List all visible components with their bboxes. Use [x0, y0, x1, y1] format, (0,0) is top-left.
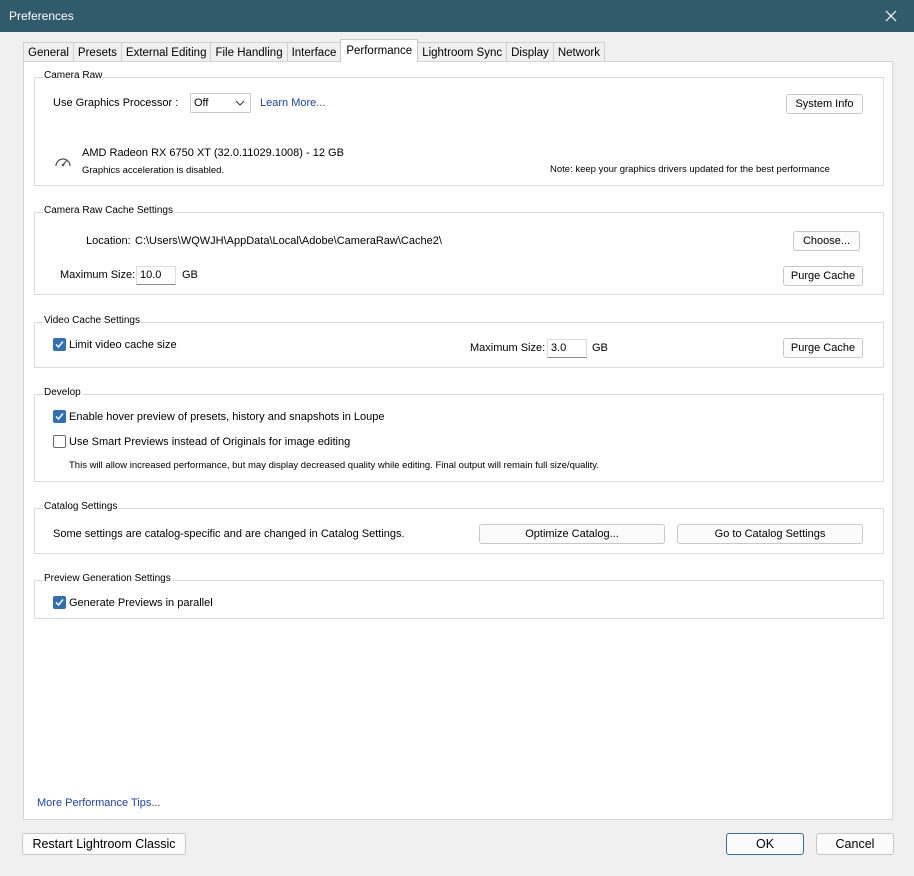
tab-presets[interactable]: Presets	[72, 42, 122, 62]
checkmark-icon	[55, 599, 64, 607]
checkbox-box	[53, 410, 66, 423]
window-title: Preferences	[9, 9, 74, 23]
location-path: C:\Users\WQWJH\AppData\Local\Adobe\Camer…	[135, 235, 442, 247]
develop-group: Develop Enable hover preview of presets,…	[34, 387, 884, 482]
checkbox-box	[53, 596, 66, 609]
checkbox-box	[53, 435, 66, 448]
catalog-text: Some settings are catalog-specific and a…	[53, 528, 405, 540]
group-label-camera-raw: Camera Raw	[43, 70, 104, 81]
gpu-name: AMD Radeon RX 6750 XT (32.0.11029.1008) …	[82, 147, 344, 159]
camera-raw-group: Camera Raw Use Graphics Processor : Off …	[34, 70, 884, 186]
cache-unit: GB	[182, 269, 198, 281]
goto-catalog-settings-button[interactable]: Go to Catalog Settings	[677, 524, 863, 544]
tab-lightroom-sync[interactable]: Lightroom Sync	[417, 42, 508, 62]
cache-max-label: Maximum Size:	[60, 269, 136, 281]
limit-video-checkbox[interactable]: Limit video cache size	[53, 338, 177, 351]
tab-network[interactable]: Network	[552, 42, 605, 62]
more-tips-link[interactable]: More Performance Tips...	[37, 797, 161, 809]
gpu-select-value: Off	[194, 97, 209, 109]
video-max-label: Maximum Size:	[470, 342, 546, 354]
cache-group: Camera Raw Cache Settings Location: C:\U…	[34, 205, 884, 295]
video-cache-group: Video Cache Settings Limit video cache s…	[34, 315, 884, 368]
limit-video-label: Limit video cache size	[69, 338, 177, 351]
cache-purge-button[interactable]: Purge Cache	[783, 266, 863, 286]
tab-general[interactable]: General	[23, 42, 74, 62]
performance-panel: Camera Raw Use Graphics Processor : Off …	[23, 61, 893, 820]
preview-group: Preview Generation Settings Generate Pre…	[34, 573, 884, 619]
group-label-preview: Preview Generation Settings	[43, 573, 172, 584]
gpu-select[interactable]: Off	[190, 93, 251, 113]
optimize-catalog-button[interactable]: Optimize Catalog...	[479, 524, 665, 544]
title-bar: Preferences	[0, 0, 914, 32]
parallel-previews-checkbox[interactable]: Generate Previews in parallel	[53, 596, 213, 609]
video-max-input[interactable]: 3.0	[547, 339, 587, 358]
gpu-label: Use Graphics Processor :	[53, 97, 179, 109]
tab-file-handling[interactable]: File Handling	[210, 42, 288, 62]
catalog-group: Catalog Settings Some settings are catal…	[34, 501, 884, 554]
checkbox-box	[53, 338, 66, 351]
checkmark-icon	[55, 341, 64, 349]
video-purge-button[interactable]: Purge Cache	[783, 338, 863, 358]
driver-note: Note: keep your graphics drivers updated…	[550, 164, 830, 175]
ok-button[interactable]: OK	[726, 833, 804, 855]
checkmark-icon	[55, 413, 64, 421]
gauge-icon	[55, 158, 71, 167]
choose-button[interactable]: Choose...	[793, 231, 860, 251]
learn-more-link[interactable]: Learn More...	[260, 97, 325, 109]
cache-max-input[interactable]: 10.0	[136, 266, 176, 285]
smart-previews-label: Use Smart Previews instead of Originals …	[69, 435, 351, 448]
group-label-video: Video Cache Settings	[43, 315, 141, 326]
tab-display[interactable]: Display	[506, 42, 554, 62]
group-label-catalog: Catalog Settings	[43, 501, 119, 512]
group-label-cache: Camera Raw Cache Settings	[43, 205, 174, 216]
close-button[interactable]	[868, 0, 914, 32]
gpu-status: Graphics acceleration is disabled.	[82, 165, 225, 176]
tab-bar: General Presets External Editing File Ha…	[23, 39, 605, 62]
smart-previews-checkbox[interactable]: Use Smart Previews instead of Originals …	[53, 435, 350, 448]
hover-preview-label: Enable hover preview of presets, history…	[69, 410, 385, 423]
smart-previews-note: This will allow increased performance, b…	[69, 460, 599, 471]
system-info-button[interactable]: System Info	[786, 94, 863, 114]
tab-performance[interactable]: Performance	[340, 39, 419, 62]
group-label-develop: Develop	[43, 387, 82, 398]
video-unit: GB	[592, 342, 608, 354]
close-icon	[885, 10, 897, 22]
location-label: Location:	[86, 235, 131, 247]
cancel-button[interactable]: Cancel	[816, 833, 894, 855]
chevron-down-icon	[235, 100, 245, 106]
tab-interface[interactable]: Interface	[286, 42, 342, 62]
restart-button[interactable]: Restart Lightroom Classic	[22, 833, 186, 855]
hover-preview-checkbox[interactable]: Enable hover preview of presets, history…	[53, 410, 385, 423]
tab-external-editing[interactable]: External Editing	[120, 42, 212, 62]
parallel-previews-label: Generate Previews in parallel	[69, 596, 213, 609]
